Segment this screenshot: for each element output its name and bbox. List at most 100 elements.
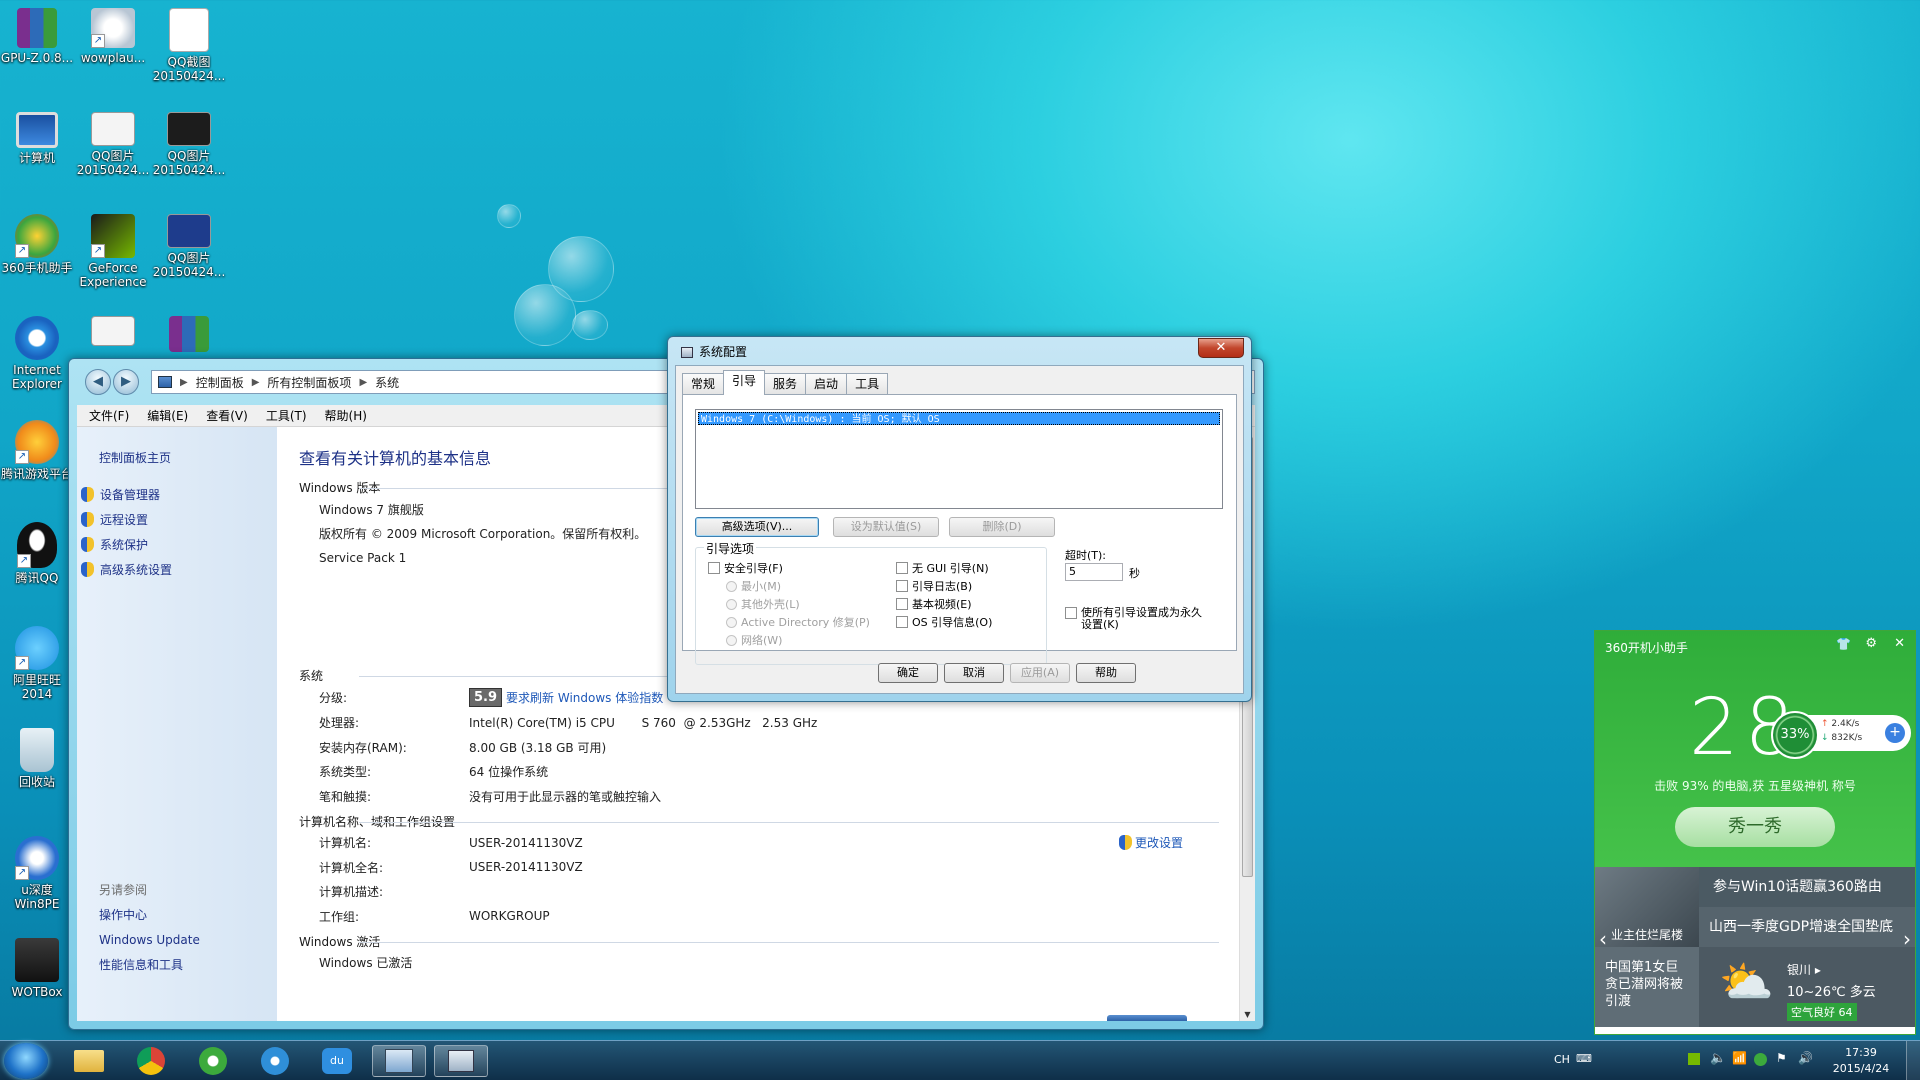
see-also-action-center[interactable]: 操作中心 <box>99 902 200 927</box>
taskbar-baidu-cloud[interactable]: du <box>310 1045 364 1077</box>
checkbox-box <box>896 562 908 574</box>
help-button[interactable]: 帮助 <box>1076 663 1136 683</box>
menu-help[interactable]: 帮助(H) <box>325 407 367 424</box>
tab-startup[interactable]: 启动 <box>805 373 848 395</box>
make-permanent-checkbox[interactable]: 使所有引导设置成为永久设置(K) <box>1065 607 1207 631</box>
language-indicator[interactable]: CH <box>1554 1053 1570 1066</box>
close-button[interactable]: ✕ <box>1198 338 1244 358</box>
boot-log-checkbox[interactable]: 引导日志(B) <box>896 578 972 594</box>
volume-icon[interactable]: 🔈 <box>1710 1051 1726 1066</box>
360-tray-icon[interactable] <box>1754 1053 1767 1066</box>
safe-boot-checkbox[interactable]: 安全引导(F) <box>708 560 783 576</box>
menu-file[interactable]: 文件(F) <box>89 407 129 424</box>
skin-icon[interactable]: 👕 <box>1836 637 1851 651</box>
breadcrumb-item[interactable]: 所有控制面板项 <box>267 374 351 391</box>
taskbar-app[interactable] <box>248 1045 302 1077</box>
menu-tools[interactable]: 工具(T) <box>266 407 307 424</box>
taskbar-msconfig[interactable] <box>434 1045 488 1077</box>
desktop-icon-360phone[interactable]: ↗ 360手机助手 <box>0 214 76 275</box>
breadcrumb-item[interactable]: 系统 <box>375 374 399 391</box>
news-item-1[interactable]: 参与Win10话题赢360路由 <box>1699 867 1915 907</box>
advanced-options-button[interactable]: 高级选项(V)... <box>695 517 819 537</box>
menu-edit[interactable]: 编辑(E) <box>147 407 188 424</box>
sidebar-item-system-protection[interactable]: 系统保护 <box>81 532 277 557</box>
refresh-wei-link[interactable]: 要求刷新 Windows 体验指数 <box>506 689 663 706</box>
tab-general[interactable]: 常规 <box>682 373 725 395</box>
tab-tools[interactable]: 工具 <box>846 373 889 395</box>
apply-button[interactable]: 应用(A) <box>1010 663 1070 683</box>
taskbar-360-browser[interactable] <box>186 1045 240 1077</box>
sidebar-item-advanced-settings[interactable]: 高级系统设置 <box>81 557 277 582</box>
taskbar-chrome[interactable] <box>124 1045 178 1077</box>
sidebar-item-device-manager[interactable]: 设备管理器 <box>81 482 277 507</box>
breadcrumb-item[interactable]: 控制面板 <box>196 374 244 391</box>
os-list[interactable]: Windows 7 (C:\Windows) : 当前 OS; 默认 OS <box>695 409 1223 509</box>
ok-button[interactable]: 确定 <box>878 663 938 683</box>
timeout-input[interactable]: 5 <box>1065 563 1123 581</box>
see-also-windows-update[interactable]: Windows Update <box>99 927 200 952</box>
desktop-icon-ie[interactable]: Internet Explorer <box>0 316 76 391</box>
gear-icon[interactable]: ⚙ <box>1865 636 1877 651</box>
start-button[interactable] <box>4 1043 48 1079</box>
download-speed-value: 832K/s <box>1831 733 1863 743</box>
chevron-left-icon[interactable]: ‹ <box>1599 927 1607 951</box>
clock[interactable]: 17:39 2015/4/24 <box>1826 1045 1896 1077</box>
back-button[interactable]: ◀ <box>85 369 111 395</box>
scroll-down-arrow-icon[interactable]: ▼ <box>1240 1010 1255 1019</box>
forward-button[interactable]: ▶ <box>113 369 139 395</box>
system-config-dialog: 系统配置 ✕ 常规 引导 服务 启动 工具 Windows 7 (C:\Wind… <box>667 336 1252 702</box>
os-boot-info-checkbox[interactable]: OS 引导信息(O) <box>896 614 992 630</box>
sidebar-home-link[interactable]: 控制面板主页 <box>99 445 277 470</box>
dialog-content: 常规 引导 服务 启动 工具 Windows 7 (C:\Windows) : … <box>675 365 1244 694</box>
show-off-button[interactable]: 秀一秀 <box>1675 807 1835 847</box>
desktop-icon-hidden[interactable] <box>74 316 152 356</box>
chevron-right-icon[interactable]: › <box>1903 927 1911 951</box>
tab-boot[interactable]: 引导 <box>723 370 766 395</box>
desktop-icon-recycle-bin[interactable]: 回收站 <box>0 728 76 789</box>
nvidia-tray-icon[interactable] <box>1688 1053 1700 1065</box>
desktop-icon-computer[interactable]: 计算机 <box>0 112 76 165</box>
flag-icon[interactable]: ⚑ <box>1776 1051 1787 1065</box>
desktop-icon-wotbox[interactable]: WOTBox <box>0 938 76 999</box>
base-video-checkbox[interactable]: 基本视频(E) <box>896 596 972 612</box>
cancel-button[interactable]: 取消 <box>944 663 1004 683</box>
desktop-icon-qqimage3[interactable]: QQ图片 20150424... <box>150 214 228 279</box>
show-desktop-button[interactable] <box>1906 1041 1920 1080</box>
menu-view[interactable]: 查看(V) <box>206 407 248 424</box>
sidebar-item-remote-settings[interactable]: 远程设置 <box>81 507 277 532</box>
desktop-icon-qq[interactable]: ↗ 腾讯QQ <box>0 522 76 585</box>
news-image[interactable]: 业主住烂尾楼 <box>1595 867 1699 947</box>
network-icon[interactable]: 📶 <box>1732 1051 1747 1065</box>
speaker-icon[interactable]: 🔊 <box>1798 1051 1813 1065</box>
network-radio[interactable]: 网络(W) <box>726 632 782 648</box>
desktop-icon-wowplau[interactable]: ↗ wowplau... <box>74 8 152 65</box>
close-icon[interactable]: ✕ <box>1894 636 1905 651</box>
desktop-icon-qqscreenshot[interactable]: QQ截图 20150424... <box>150 8 228 83</box>
tab-services[interactable]: 服务 <box>764 373 807 395</box>
alternate-shell-radio[interactable]: 其他外壳(L) <box>726 596 800 612</box>
minimal-radio[interactable]: 最小(M) <box>726 578 781 594</box>
accelerate-button[interactable]: + <box>1885 723 1905 743</box>
change-settings-link[interactable]: 更改设置 <box>1119 834 1183 851</box>
keyboard-icon[interactable]: ⌨ <box>1576 1052 1592 1065</box>
desktop-icon-tencent-games[interactable]: ↗ 腾讯游戏平台 <box>0 420 76 481</box>
news-item-3[interactable]: 中国第1女巨贪已潜网将被引渡 <box>1595 947 1699 1027</box>
weather-panel[interactable]: ⛅ 银川 ▸ 10~26℃ 多云 空气良好 64 <box>1699 947 1915 1027</box>
set-default-button[interactable]: 设为默认值(S) <box>833 517 939 537</box>
no-gui-checkbox[interactable]: 无 GUI 引导(N) <box>896 560 989 576</box>
news-item-2[interactable]: 山西一季度GDP增速全国垫底 <box>1699 907 1915 947</box>
see-also-performance[interactable]: 性能信息和工具 <box>99 952 200 977</box>
ad-repair-radio[interactable]: Active Directory 修复(P) <box>726 614 870 630</box>
desktop-icon-gpuz[interactable]: GPU-Z.0.8... <box>0 8 76 65</box>
weather-city: 银川 ▸ <box>1787 963 1821 977</box>
desktop-icon-hidden[interactable] <box>150 316 228 356</box>
desktop-icon-geforce[interactable]: ↗ GeForce Experience <box>74 214 152 289</box>
delete-button[interactable]: 删除(D) <box>949 517 1055 537</box>
os-list-item[interactable]: Windows 7 (C:\Windows) : 当前 OS; 默认 OS <box>698 412 1220 425</box>
desktop-icon-qqimage2[interactable]: QQ图片 20150424... <box>150 112 228 177</box>
desktop-icon-aliwangwang[interactable]: ↗ 阿里旺旺 2014 <box>0 626 76 701</box>
taskbar-explorer[interactable] <box>62 1045 116 1077</box>
taskbar-control-panel[interactable] <box>372 1045 426 1077</box>
desktop-icon-win8pe[interactable]: ↗ u深度 Win8PE <box>0 836 76 911</box>
desktop-icon-qqimage1[interactable]: QQ图片 20150424... <box>74 112 152 177</box>
